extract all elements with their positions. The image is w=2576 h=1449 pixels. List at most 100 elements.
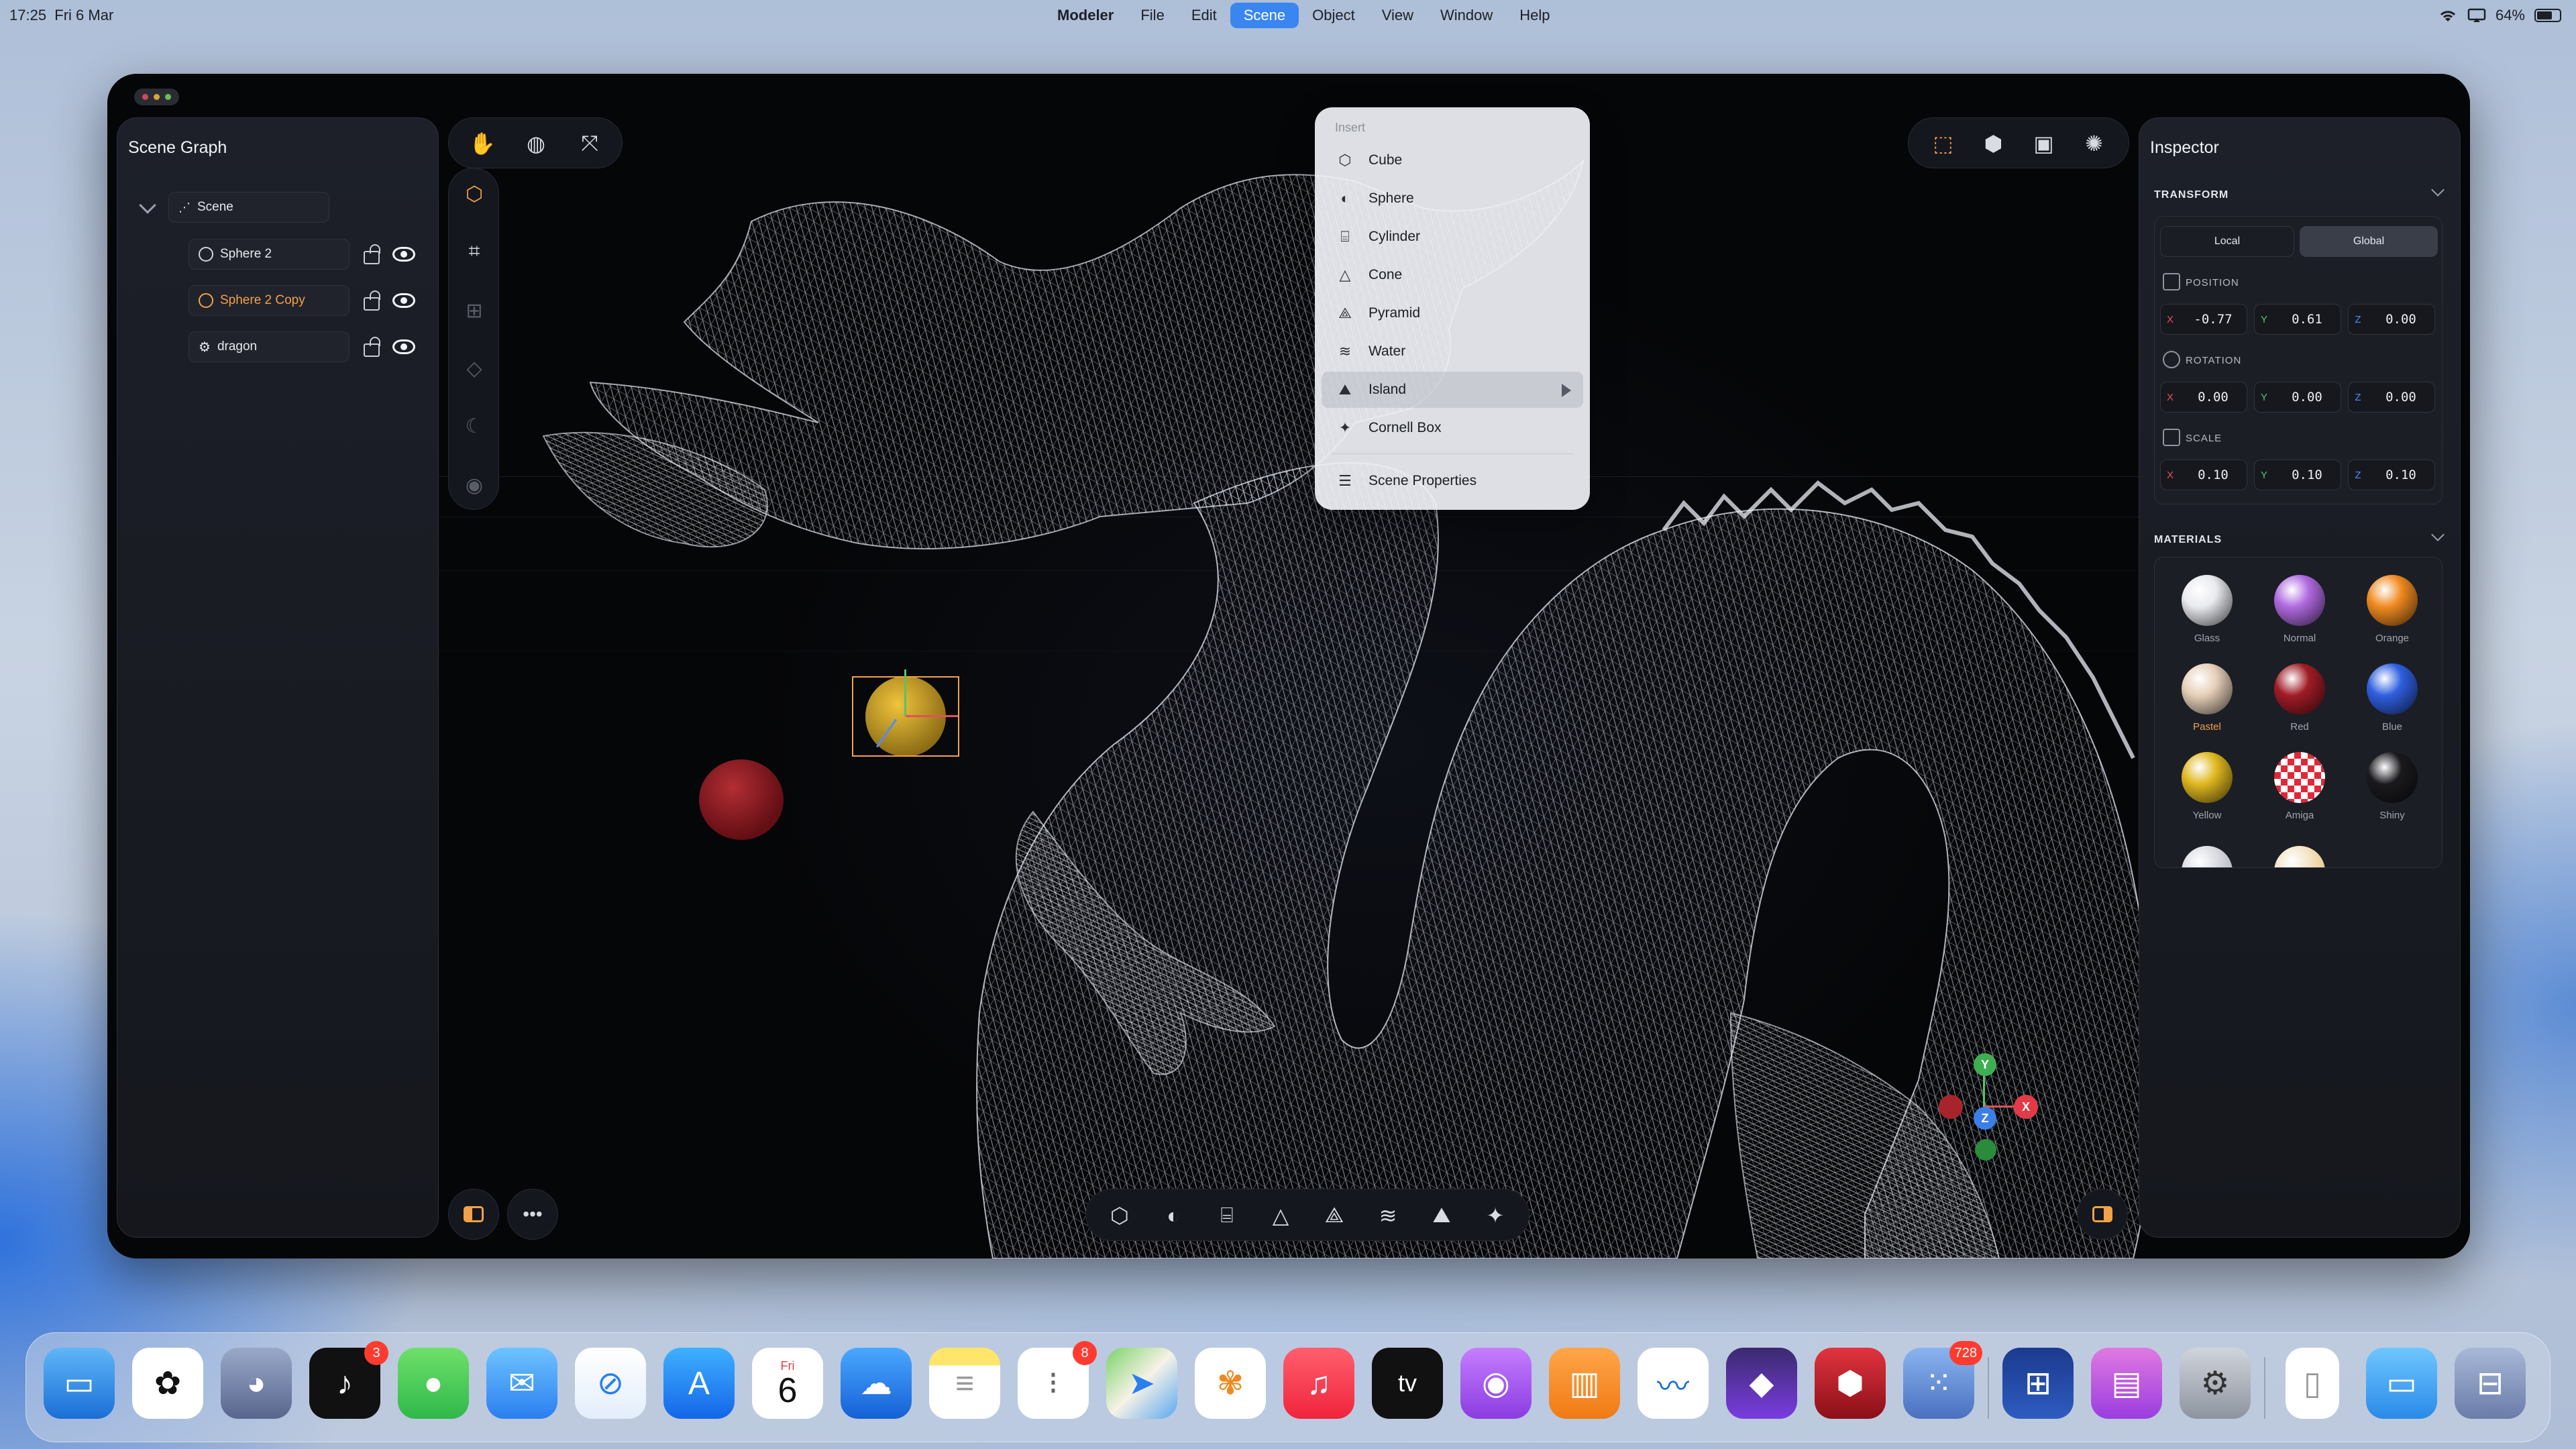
material-yellow[interactable]: Yellow xyxy=(2167,752,2247,821)
toggle-right-sidebar-icon[interactable] xyxy=(2077,1189,2128,1240)
selected-sphere-object[interactable] xyxy=(852,669,959,763)
material-shiny[interactable]: Shiny xyxy=(2352,752,2432,821)
scene-disclosure-chevron-icon[interactable] xyxy=(139,197,156,214)
scale-z-field[interactable]: Z 0.10 xyxy=(2348,460,2435,490)
gizmo-y-axis[interactable]: Y xyxy=(1974,1053,1996,1076)
tree-node-sphere-2[interactable]: Sphere 2 xyxy=(189,239,350,270)
orbit-globe-icon[interactable]: ◍ xyxy=(517,125,555,162)
position-z-field[interactable]: Z 0.00 xyxy=(2348,304,2435,335)
gizmo-neg-y-axis[interactable] xyxy=(1975,1139,1996,1161)
rotation-y-field[interactable]: Y 0.00 xyxy=(2254,382,2341,413)
material-glass[interactable]: Glass xyxy=(2167,575,2247,644)
hand-pan-icon[interactable]: ✋ xyxy=(464,125,501,162)
gizmo-neg-x-axis[interactable] xyxy=(1939,1095,1963,1119)
document-icon[interactable]: ▯ xyxy=(2286,1348,2339,1419)
menu-item-water[interactable]: ≋ Water xyxy=(1322,333,1583,370)
screen-mirroring-icon[interactable] xyxy=(2467,8,2486,23)
toggle-left-sidebar-icon[interactable] xyxy=(448,1189,499,1240)
stacked-folder-icon[interactable]: ▤ xyxy=(2091,1348,2162,1419)
transform-collapse-chevron-icon[interactable] xyxy=(2431,183,2445,197)
finder-icon[interactable]: ▭ xyxy=(44,1348,115,1419)
tree-node-dragon[interactable]: ⚙ dragon xyxy=(189,331,350,362)
unlock-icon[interactable] xyxy=(362,244,380,264)
object-cube-icon[interactable]: ⬡ xyxy=(455,175,493,213)
rotation-z-field[interactable]: Z 0.00 xyxy=(2348,382,2435,413)
position-y-field[interactable]: Y 0.61 xyxy=(2254,304,2341,335)
menu-item-sphere[interactable]: ◐ Sphere xyxy=(1322,180,1583,217)
books-icon[interactable]: ▥ xyxy=(1549,1348,1620,1419)
material-normal[interactable]: Normal xyxy=(2259,575,2340,644)
insert-cornell-box-icon[interactable]: ✦ xyxy=(1477,1197,1514,1234)
grid-icon[interactable]: ⊞ xyxy=(455,292,493,329)
podcasts-icon[interactable]: ◉ xyxy=(1460,1348,1532,1419)
unlock-icon[interactable] xyxy=(362,290,380,311)
position-x-field[interactable]: X -0.77 xyxy=(2160,304,2247,335)
mail-icon[interactable]: ✉ xyxy=(486,1348,557,1419)
rotation-x-field[interactable]: X 0.00 xyxy=(2160,382,2247,413)
photos-icon[interactable]: ✾ xyxy=(1195,1348,1266,1419)
insert-island-icon[interactable]: ⛰ xyxy=(1423,1197,1460,1234)
menu-window[interactable]: Window xyxy=(1427,3,1506,28)
more-options-icon[interactable]: ••• xyxy=(507,1189,558,1240)
fit-expand-icon[interactable]: ⤧ xyxy=(571,125,608,162)
visibility-eye-icon[interactable] xyxy=(392,247,415,262)
tree-node-sphere-2-copy[interactable]: Sphere 2 Copy xyxy=(189,285,350,316)
material-amiga[interactable]: Amiga xyxy=(2259,752,2340,821)
weather-icon[interactable]: ☁ xyxy=(841,1348,912,1419)
music-icon[interactable]: ♫ xyxy=(1283,1348,1354,1419)
tree-node-scene[interactable]: ⋰ Scene xyxy=(168,192,329,223)
record-icon[interactable]: ◉ xyxy=(455,466,493,504)
solid-cube-icon[interactable]: ⬢ xyxy=(1975,125,2012,162)
tiktok-icon[interactable]: ♪ 3 xyxy=(309,1341,388,1419)
red-sphere-object[interactable] xyxy=(699,759,784,840)
menu-help[interactable]: Help xyxy=(1506,3,1563,28)
menu-item-cylinder[interactable]: ⌸ Cylinder xyxy=(1322,219,1583,255)
system-settings-gear-icon[interactable]: ⚙ xyxy=(2180,1348,2251,1419)
apple-tv-icon[interactable]: tv xyxy=(1372,1348,1443,1419)
image-render-icon[interactable]: ▣ xyxy=(2025,125,2063,162)
menu-app-name[interactable]: Modeler xyxy=(1044,3,1127,28)
material-red[interactable]: Red xyxy=(2259,663,2340,733)
menu-object[interactable]: Object xyxy=(1299,3,1368,28)
scale-x-field[interactable]: X 0.10 xyxy=(2160,460,2247,490)
menu-item-pyramid[interactable]: ⟁ Pyramid xyxy=(1322,295,1583,331)
menu-item-scene-properties[interactable]: ☰ Scene Properties xyxy=(1322,463,1583,499)
insert-pyramid-icon[interactable]: ⟁ xyxy=(1316,1197,1353,1234)
chatgpt-icon[interactable]: ✿ xyxy=(132,1348,203,1419)
gizmo-x-axis[interactable]: X xyxy=(2014,1095,2038,1119)
local-space-toggle[interactable]: Local xyxy=(2160,226,2294,257)
wifi-icon[interactable] xyxy=(2438,8,2458,23)
scale-y-field[interactable]: Y 0.10 xyxy=(2254,460,2341,490)
unlock-icon[interactable] xyxy=(362,337,380,357)
material-orange[interactable]: Orange xyxy=(2352,575,2432,644)
crop-transform-icon[interactable]: ⌗ xyxy=(455,233,493,270)
gizmo-z-axis[interactable]: Z xyxy=(1974,1107,1996,1130)
material-pastel[interactable]: Pastel xyxy=(2167,663,2247,733)
downloads-folder-icon[interactable]: ▭ xyxy=(2366,1348,2437,1419)
menu-item-cube[interactable]: ⬡ Cube xyxy=(1322,142,1583,178)
launchpad-icon[interactable]: ⁙ 728 xyxy=(1903,1341,1982,1419)
selection-frame-icon[interactable]: ⬚ xyxy=(1925,125,1962,162)
tableplus-elephant-icon[interactable]: ◕ xyxy=(221,1348,292,1419)
visibility-eye-icon[interactable] xyxy=(392,339,415,354)
modeler-app-icon[interactable]: ⊞ xyxy=(2002,1348,2074,1419)
material-swatch-partial[interactable] xyxy=(2182,846,2233,867)
menu-item-cornell-box[interactable]: ✦ Cornell Box xyxy=(1322,410,1583,446)
menu-item-island[interactable]: ⛰ Island xyxy=(1322,372,1583,408)
material-swatch-partial[interactable] xyxy=(2274,846,2325,867)
material-blue[interactable]: Blue xyxy=(2352,663,2432,733)
reminders-icon[interactable]: ⁝ 8 xyxy=(1018,1341,1097,1419)
freeform-icon[interactable]: 〰 xyxy=(1638,1348,1709,1419)
notes-icon[interactable]: ≡ xyxy=(929,1348,1000,1419)
window-controls[interactable] xyxy=(134,89,179,105)
menu-edit[interactable]: Edit xyxy=(1178,3,1230,28)
insert-water-icon[interactable]: ≋ xyxy=(1369,1197,1407,1234)
calendar-icon[interactable]: Fri 6 xyxy=(752,1348,823,1419)
menu-scene[interactable]: Scene xyxy=(1230,3,1299,28)
tag-icon[interactable]: ◇ xyxy=(455,350,493,387)
messages-icon[interactable]: ● xyxy=(398,1348,469,1419)
insert-sphere-icon[interactable]: ◐ xyxy=(1155,1197,1192,1234)
visibility-eye-icon[interactable] xyxy=(392,293,415,308)
app-store-icon[interactable]: A xyxy=(663,1348,735,1419)
orientation-gizmo[interactable]: Y X Z xyxy=(1939,1053,2038,1161)
